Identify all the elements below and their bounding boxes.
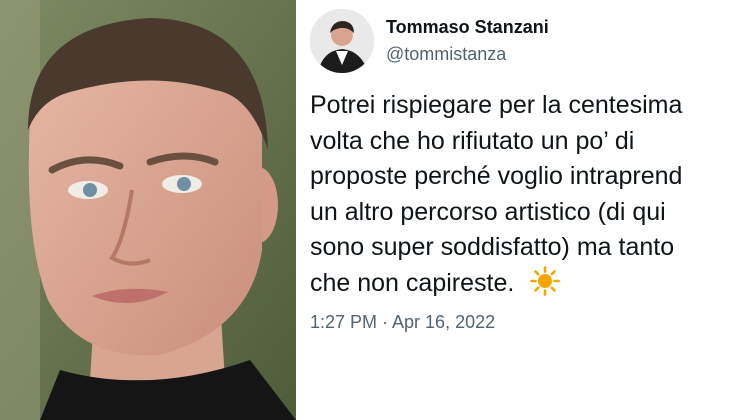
tweet-text-fragment: che non capireste.	[310, 268, 515, 297]
tweet-text-line: Potrei rispiegare per la centesima	[310, 91, 683, 119]
tweet-timestamp[interactable]: 1:27 PM · Apr 16, 2022	[310, 310, 495, 334]
tweet-header: Tommaso Stanzani @tommistanza	[310, 6, 549, 76]
tweet-text: Potrei rispiegare per la centesima volta…	[310, 88, 740, 306]
display-name[interactable]: Tommaso Stanzani	[386, 16, 549, 38]
tweet-text-line-last: che non capireste.	[310, 265, 740, 307]
user-handle[interactable]: @tommistanza	[386, 42, 549, 66]
sun-icon	[530, 265, 561, 307]
avatar[interactable]	[310, 9, 374, 73]
tweet-card: Tommaso Stanzani @tommistanza Potrei ris…	[296, 0, 740, 420]
tweet-screenshot: Tommaso Stanzani @tommistanza Potrei ris…	[0, 0, 740, 420]
tweet-text-line: proposte perché voglio intraprend	[310, 162, 683, 190]
portrait-photo	[0, 0, 296, 420]
tweet-text-line: sono super soddisfatto) ma tanto	[310, 233, 675, 261]
tweet-text-line: volta che ho rifiutato un po’ di	[310, 126, 635, 155]
tweet-text-line: un altro percorso artistico (di qui	[310, 197, 666, 226]
